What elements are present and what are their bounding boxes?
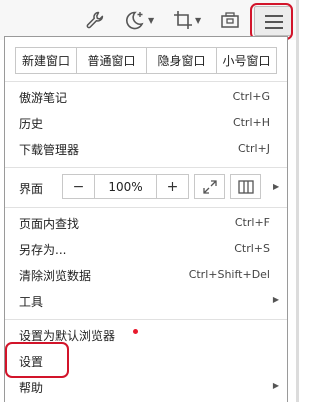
fullscreen-button[interactable]	[194, 174, 225, 199]
wrench-icon	[86, 11, 104, 29]
menu-item-shortcut: Ctrl+Shift+Del	[188, 268, 270, 281]
zoom-level: 100%	[94, 175, 157, 198]
columns-layout-icon	[237, 179, 254, 194]
menu-item-notes[interactable]: 傲游笔记 Ctrl+G	[5, 85, 287, 111]
moon-plus-icon	[126, 11, 144, 30]
notification-dot	[133, 329, 138, 334]
menu-item-shortcut: Ctrl+G	[232, 90, 270, 103]
menu-divider	[5, 81, 287, 82]
menu-item-label: 下载管理器	[19, 143, 80, 157]
menu-item-help[interactable]: 帮助 ▶	[5, 375, 287, 401]
screenshot-camera-icon	[221, 12, 239, 28]
zoom-control: − 100% +	[62, 174, 189, 199]
screenshot-button[interactable]: ▼	[172, 6, 201, 34]
private-window-button[interactable]: 隐身窗口	[146, 47, 217, 74]
menu-item-label: 另存为...	[19, 243, 67, 257]
chevron-right-icon: ▶	[272, 381, 279, 390]
main-menu-dropdown: 新建窗口 普通窗口 隐身窗口 小号窗口 傲游笔记 Ctrl+G 历史 Ctrl+…	[4, 36, 288, 402]
menu-divider	[5, 319, 287, 320]
menu-item-downloads[interactable]: 下载管理器 Ctrl+J	[5, 137, 287, 163]
layout-columns-button[interactable]	[230, 174, 261, 199]
menu-item-label: 清除浏览数据	[19, 269, 92, 283]
menu-item-shortcut: Ctrl+J	[237, 142, 270, 155]
night-mode-button[interactable]: ▼	[123, 6, 154, 34]
menu-item-history[interactable]: 历史 Ctrl+H	[5, 111, 287, 137]
menu-item-label: 历史	[19, 117, 44, 131]
zoom-in-button[interactable]: +	[157, 175, 188, 198]
fullscreen-expand-icon	[202, 179, 217, 194]
annotation-circle-menu-button	[250, 3, 293, 40]
menu-divider	[5, 207, 287, 208]
browser-toolbar: ▼ ▼	[0, 0, 299, 40]
chevron-right-icon[interactable]: ▶	[273, 182, 279, 191]
menu-item-label: 傲游笔记	[19, 91, 68, 105]
menu-item-shortcut: Ctrl+F	[234, 216, 270, 229]
chevron-down-icon: ▼	[195, 15, 202, 25]
menu-item-tools[interactable]: 工具 ▶	[5, 289, 287, 315]
alt-account-window-button[interactable]: 小号窗口	[216, 47, 277, 74]
interface-label: 界面	[19, 182, 44, 196]
menu-item-find-in-page[interactable]: 页面内查找 Ctrl+F	[5, 211, 287, 237]
menu-divider	[5, 167, 287, 168]
window-buttons-row: 新建窗口 普通窗口 隐身窗口 小号窗口	[15, 47, 277, 74]
zoom-out-button[interactable]: −	[63, 175, 94, 198]
window-border	[296, 0, 299, 402]
menu-item-shortcut: Ctrl+H	[232, 116, 270, 129]
normal-window-button[interactable]: 普通窗口	[76, 47, 147, 74]
menu-item-shortcut: Ctrl+S	[234, 242, 270, 255]
menu-item-clear-browsing-data[interactable]: 清除浏览数据 Ctrl+Shift+Del	[5, 263, 287, 289]
chevron-down-icon: ▼	[148, 15, 155, 25]
crop-icon	[174, 11, 192, 29]
menu-item-label: 帮助	[19, 381, 44, 395]
capture-button[interactable]	[219, 6, 241, 34]
new-window-button[interactable]: 新建窗口	[15, 47, 77, 74]
menu-item-label: 页面内查找	[19, 217, 80, 231]
menu-item-save-as[interactable]: 另存为... Ctrl+S	[5, 237, 287, 263]
menu-item-label: 工具	[19, 295, 44, 309]
tools-button[interactable]	[84, 6, 106, 34]
chevron-right-icon: ▶	[272, 295, 279, 304]
annotation-circle-settings	[5, 342, 69, 378]
